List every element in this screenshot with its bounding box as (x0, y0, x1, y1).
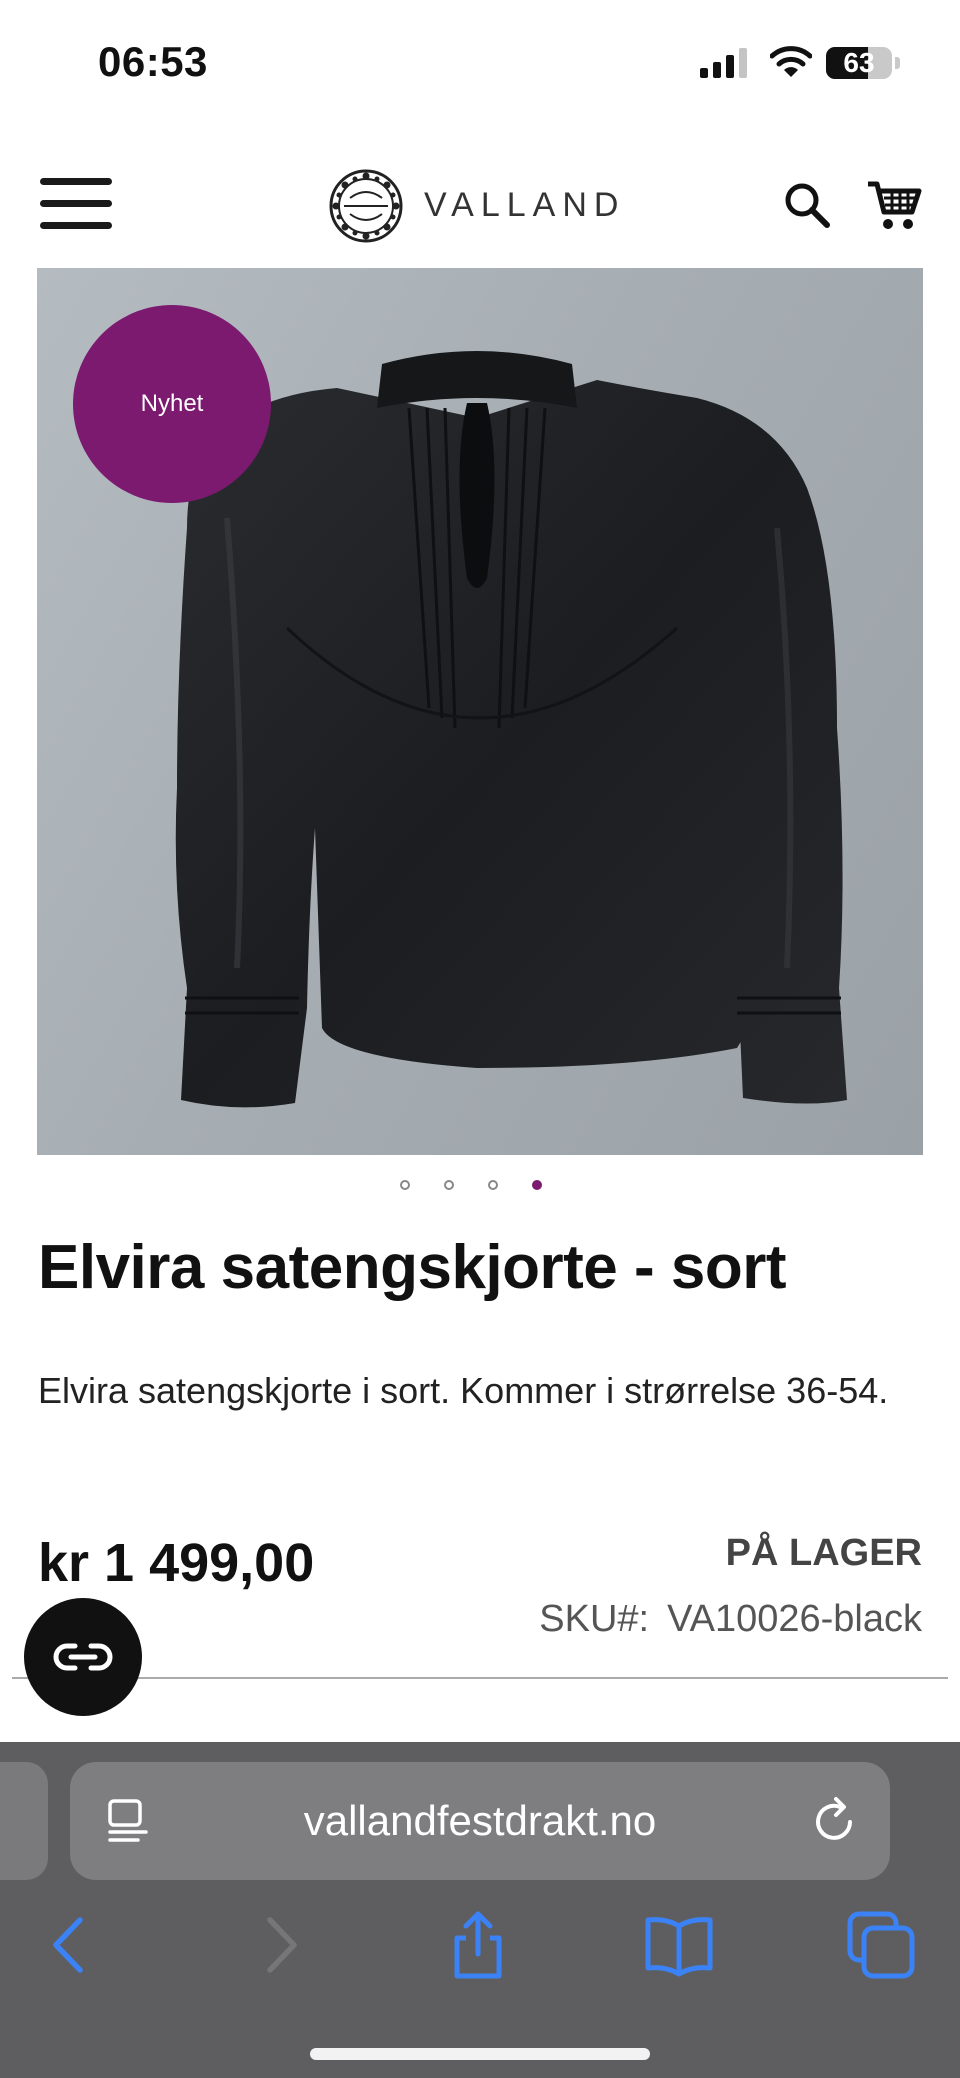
reader-mode-icon[interactable] (106, 1798, 152, 1844)
sku-label: SKU#: (539, 1598, 650, 1640)
product-price: kr 1 499,00 (38, 1533, 315, 1593)
product-image[interactable]: Nyhet (37, 268, 923, 1155)
bookmarks-icon[interactable] (644, 1910, 714, 1980)
menu-bar (40, 178, 112, 185)
home-indicator (310, 2048, 650, 2060)
menu-icon[interactable] (40, 176, 112, 232)
search-icon[interactable] (784, 182, 830, 228)
page: 06:53 63 VALLAND Nyhet Elvira satengskjo… (0, 0, 960, 2078)
menu-bar (40, 200, 112, 207)
status-bar: 06:53 63 (0, 0, 960, 120)
chat-icon (53, 1643, 113, 1671)
stock-status: PÅ LAGER (725, 1532, 922, 1574)
battery-percent: 63 (843, 47, 875, 78)
chat-button[interactable] (24, 1598, 142, 1716)
carousel-dot[interactable] (532, 1180, 542, 1190)
url-text: vallandfestdrakt.no (303, 1797, 657, 1844)
brand-logo[interactable]: VALLAND (328, 168, 658, 244)
previous-tab[interactable] (0, 1762, 48, 1880)
new-badge: Nyhet (73, 305, 271, 503)
site-header: VALLAND (0, 150, 960, 260)
logo-emblem-icon (329, 169, 403, 243)
brand-name: VALLAND (424, 186, 626, 224)
browser-toolbar (0, 1902, 960, 2002)
wifi-icon (770, 46, 812, 77)
signal-icon (700, 48, 747, 78)
battery-icon: 63 (826, 47, 892, 79)
tabs-icon[interactable] (846, 1910, 916, 1980)
forward-icon[interactable] (244, 1910, 314, 1980)
address-bar[interactable]: vallandfestdrakt.no (70, 1762, 890, 1880)
reload-icon[interactable] (810, 1796, 860, 1846)
browser-chrome: vallandfestdrakt.no (0, 1742, 960, 2078)
divider (12, 1677, 948, 1679)
cart-icon[interactable] (866, 178, 922, 232)
battery-cap (895, 57, 900, 69)
carousel-dot[interactable] (400, 1180, 410, 1190)
status-time: 06:53 (98, 38, 208, 85)
carousel-dots (400, 1180, 560, 1196)
sku: SKU#: VA10026-black (539, 1598, 922, 1641)
sku-value: VA10026-black (667, 1598, 922, 1640)
product-title: Elvira satengskjorte - sort (38, 1233, 787, 1302)
share-icon[interactable] (443, 1910, 513, 1980)
carousel-dot[interactable] (444, 1180, 454, 1190)
menu-bar (40, 222, 112, 229)
carousel-dot[interactable] (488, 1180, 498, 1190)
back-icon[interactable] (36, 1910, 106, 1980)
product-description: Elvira satengskjorte i sort. Kommer i st… (38, 1370, 889, 1411)
